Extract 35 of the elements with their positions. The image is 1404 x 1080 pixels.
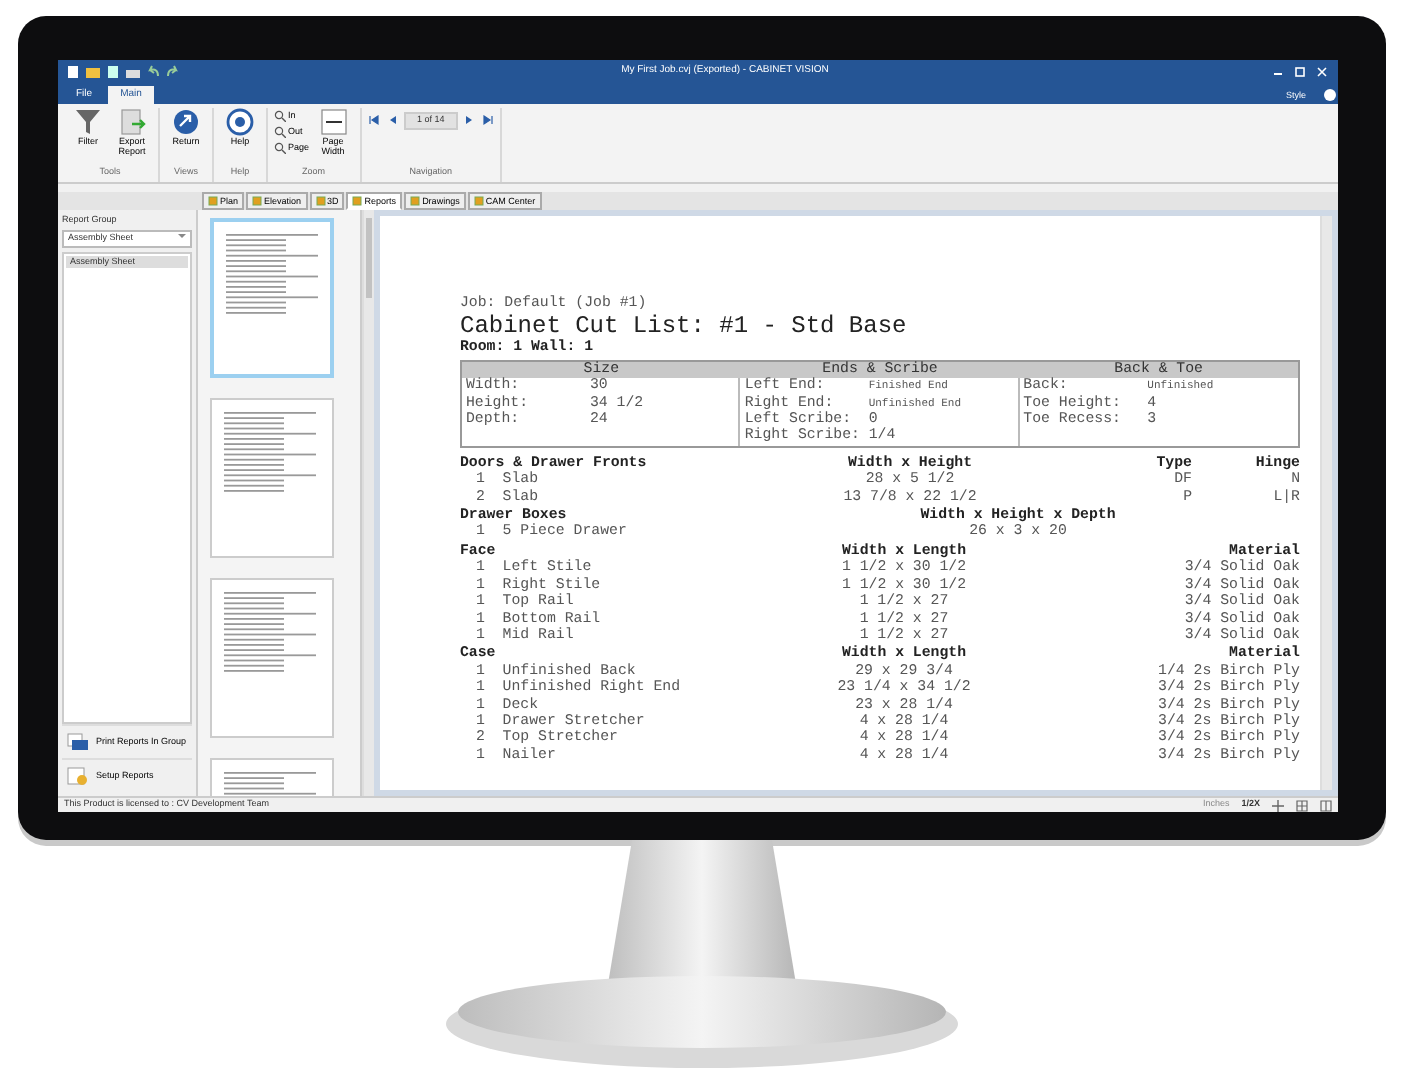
last-page-icon[interactable]: [482, 114, 495, 127]
columns-icon[interactable]: [1320, 799, 1332, 811]
page-lines-drawing: [226, 234, 322, 318]
page-thumbnail[interactable]: [210, 218, 334, 378]
tab-icon: [315, 196, 326, 206]
tab-icon: [208, 196, 218, 206]
page-lines-drawing: [224, 592, 320, 676]
page-lines-drawing: [224, 412, 320, 496]
tab-icon: [252, 196, 263, 206]
new-file-icon[interactable]: [66, 64, 80, 80]
tab-icon: [352, 196, 363, 206]
next-page-icon[interactable]: [464, 114, 477, 127]
previous-page-icon[interactable]: [385, 114, 398, 127]
magnifier-icon: [274, 142, 286, 154]
magnifier-icon: [274, 126, 286, 138]
save-icon[interactable]: [106, 64, 120, 80]
folder-icon[interactable]: [86, 64, 100, 80]
scrollbar[interactable]: [362, 210, 374, 796]
undo-icon[interactable]: [146, 64, 160, 80]
grid-icon[interactable]: [1296, 799, 1308, 811]
printer-icon: [66, 732, 90, 752]
tab-icon: [410, 196, 421, 206]
first-page-icon[interactable]: [367, 114, 380, 127]
page-thumbnail[interactable]: [210, 578, 334, 738]
scrollbar[interactable]: [1320, 216, 1332, 790]
filter-icon: [74, 108, 102, 136]
zoom-in-icon[interactable]: [1272, 799, 1284, 811]
magnifier-icon: [274, 110, 286, 122]
redo-icon[interactable]: [166, 64, 180, 80]
restore-icon[interactable]: [1292, 64, 1308, 80]
close-icon[interactable]: [1314, 64, 1330, 80]
report-title: Cabinet Cut List: #1 - Std Base: [460, 312, 909, 341]
print-icon[interactable]: [126, 64, 140, 80]
tab-icon: [473, 196, 484, 206]
page-thumbnail[interactable]: [210, 398, 334, 558]
